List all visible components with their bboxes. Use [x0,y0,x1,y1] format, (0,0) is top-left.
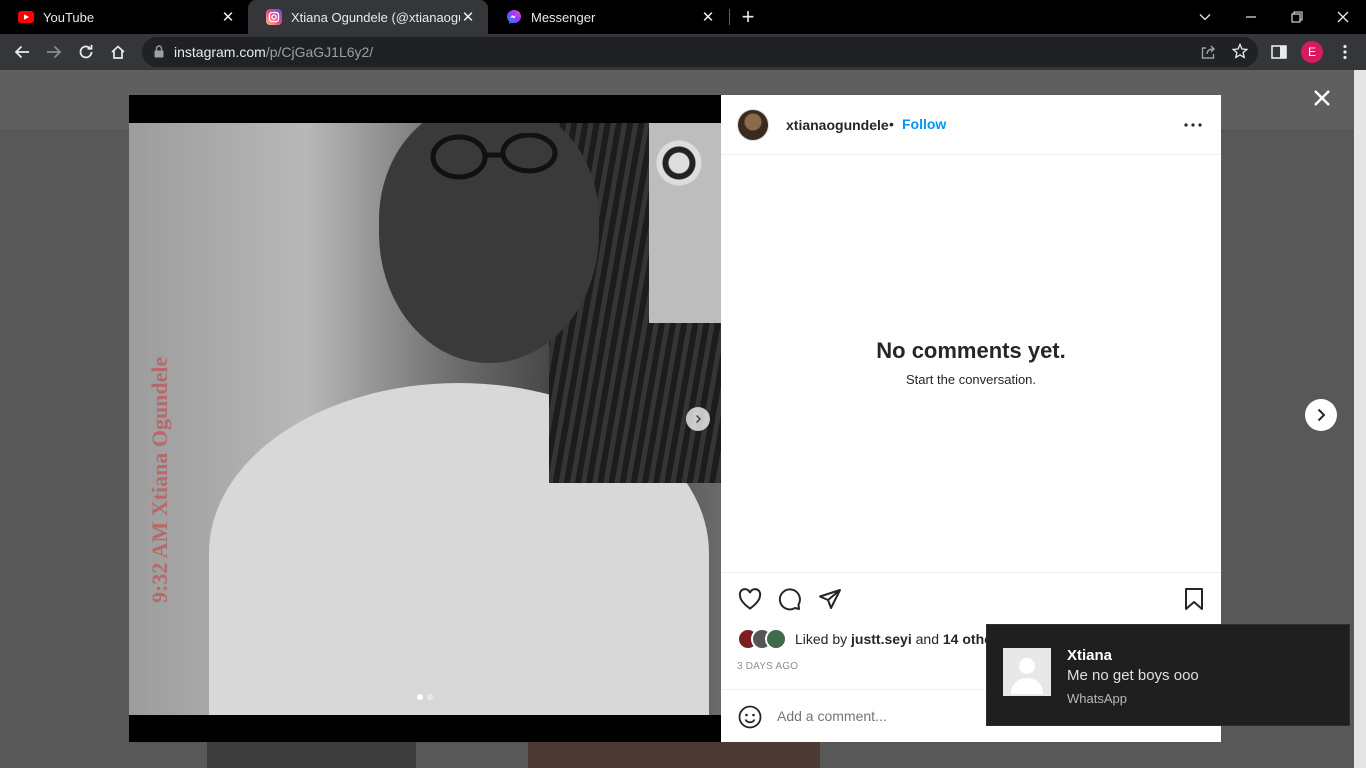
contact-avatar [1003,648,1051,696]
instagram-icon [266,9,282,25]
address-bar[interactable]: instagram.com/p/CjGaGJ1L6y2/ [142,37,1258,67]
tab-separator [729,9,730,25]
start-conversation-text: Start the conversation. [905,372,1037,387]
url-text[interactable]: instagram.com/p/CjGaGJ1L6y2/ [174,44,373,60]
save-bookmark-icon[interactable] [1181,586,1207,612]
user-avatar[interactable] [737,109,769,141]
comment-icon[interactable] [777,586,803,612]
browser-menu-icon[interactable] [1330,37,1360,67]
side-panel-icon[interactable] [1264,37,1294,67]
tab-instagram[interactable]: Xtiana Ogundele (@xtianaogund ✕ [248,0,488,34]
close-modal-button[interactable] [1308,84,1336,112]
page-scrollbar[interactable] [1354,70,1366,768]
url-host: instagram.com [174,44,266,60]
grid-thumbnail[interactable] [207,742,416,768]
media-next-button[interactable] [686,407,710,431]
carousel-dots [417,694,433,700]
back-button[interactable] [7,37,37,67]
share-send-icon[interactable] [817,586,843,612]
separator-bullet: • [889,116,894,132]
more-options-icon[interactable] [1181,113,1205,137]
close-tab-icon[interactable]: ✕ [700,9,716,26]
tab-messenger[interactable]: Messenger ✕ [488,0,728,34]
lock-icon[interactable] [154,45,164,63]
browser-toolbar: instagram.com/p/CjGaGJ1L6y2/ [0,34,1366,70]
forward-button[interactable] [39,37,69,67]
liked-and: and [911,631,943,647]
tab-title: Xtiana Ogundele (@xtianaogund [291,9,460,25]
post-media[interactable]: 9:32 AM Xtiana Ogundele [129,95,721,742]
like-heart-icon[interactable] [737,586,763,612]
restore-button[interactable] [1274,0,1320,34]
reload-button[interactable] [71,37,101,67]
liked-prefix: Liked by [795,631,852,647]
notification-sender: Xtiana [1067,647,1113,664]
close-tab-icon[interactable]: ✕ [220,9,236,26]
tab-title: YouTube [43,9,95,25]
close-window-button[interactable] [1320,0,1366,34]
url-path: /p/CjGaGJ1L6y2/ [265,44,374,60]
grid-thumbnail[interactable] [528,742,820,768]
new-tab-button[interactable]: + [736,4,760,29]
minimize-button[interactable] [1228,0,1274,34]
liked-by-text: Liked by justt.seyi and 14 others [795,631,1005,647]
photo-glasses [430,133,558,180]
liker-avatars[interactable] [737,628,791,650]
youtube-icon [18,9,34,25]
home-button[interactable] [103,37,133,67]
bookmark-star-icon[interactable] [1231,42,1249,64]
tab-search-icon[interactable] [1182,0,1228,34]
next-post-button[interactable] [1305,399,1337,431]
tab-strip: YouTube ✕ Xtiana Ogundele (@xtianaogund … [0,0,1366,34]
messenger-icon [506,9,522,25]
post-username[interactable]: xtianaogundele [786,117,889,133]
photo-watermark: 9:32 AM Xtiana Ogundele [147,356,172,603]
profile-avatar[interactable]: E [1301,41,1323,63]
share-icon[interactable] [1200,44,1216,65]
post-photo[interactable]: 9:32 AM Xtiana Ogundele [129,123,721,715]
tab-youtube[interactable]: YouTube ✕ [0,0,248,34]
tab-title: Messenger [531,9,596,25]
liker-avatar [765,628,787,650]
notification-message: Me no get boys ooo [1067,667,1199,684]
carousel-dot [427,694,433,700]
post-timestamp[interactable]: 3 DAYS AGO [737,661,798,672]
no-comments-heading: No comments yet. [876,338,1066,363]
whatsapp-notification[interactable]: Xtiana Me no get boys ooo WhatsApp [986,624,1350,726]
emoji-icon[interactable] [737,704,763,730]
photo-pattern [649,123,721,323]
follow-button[interactable]: Follow [902,116,946,132]
notification-app: WhatsApp [1067,691,1127,706]
liked-user-link[interactable]: justt.seyi [851,631,912,647]
carousel-dot-active [417,694,423,700]
post-header: xtianaogundele • Follow [721,95,1221,155]
close-tab-icon[interactable]: ✕ [460,9,476,26]
